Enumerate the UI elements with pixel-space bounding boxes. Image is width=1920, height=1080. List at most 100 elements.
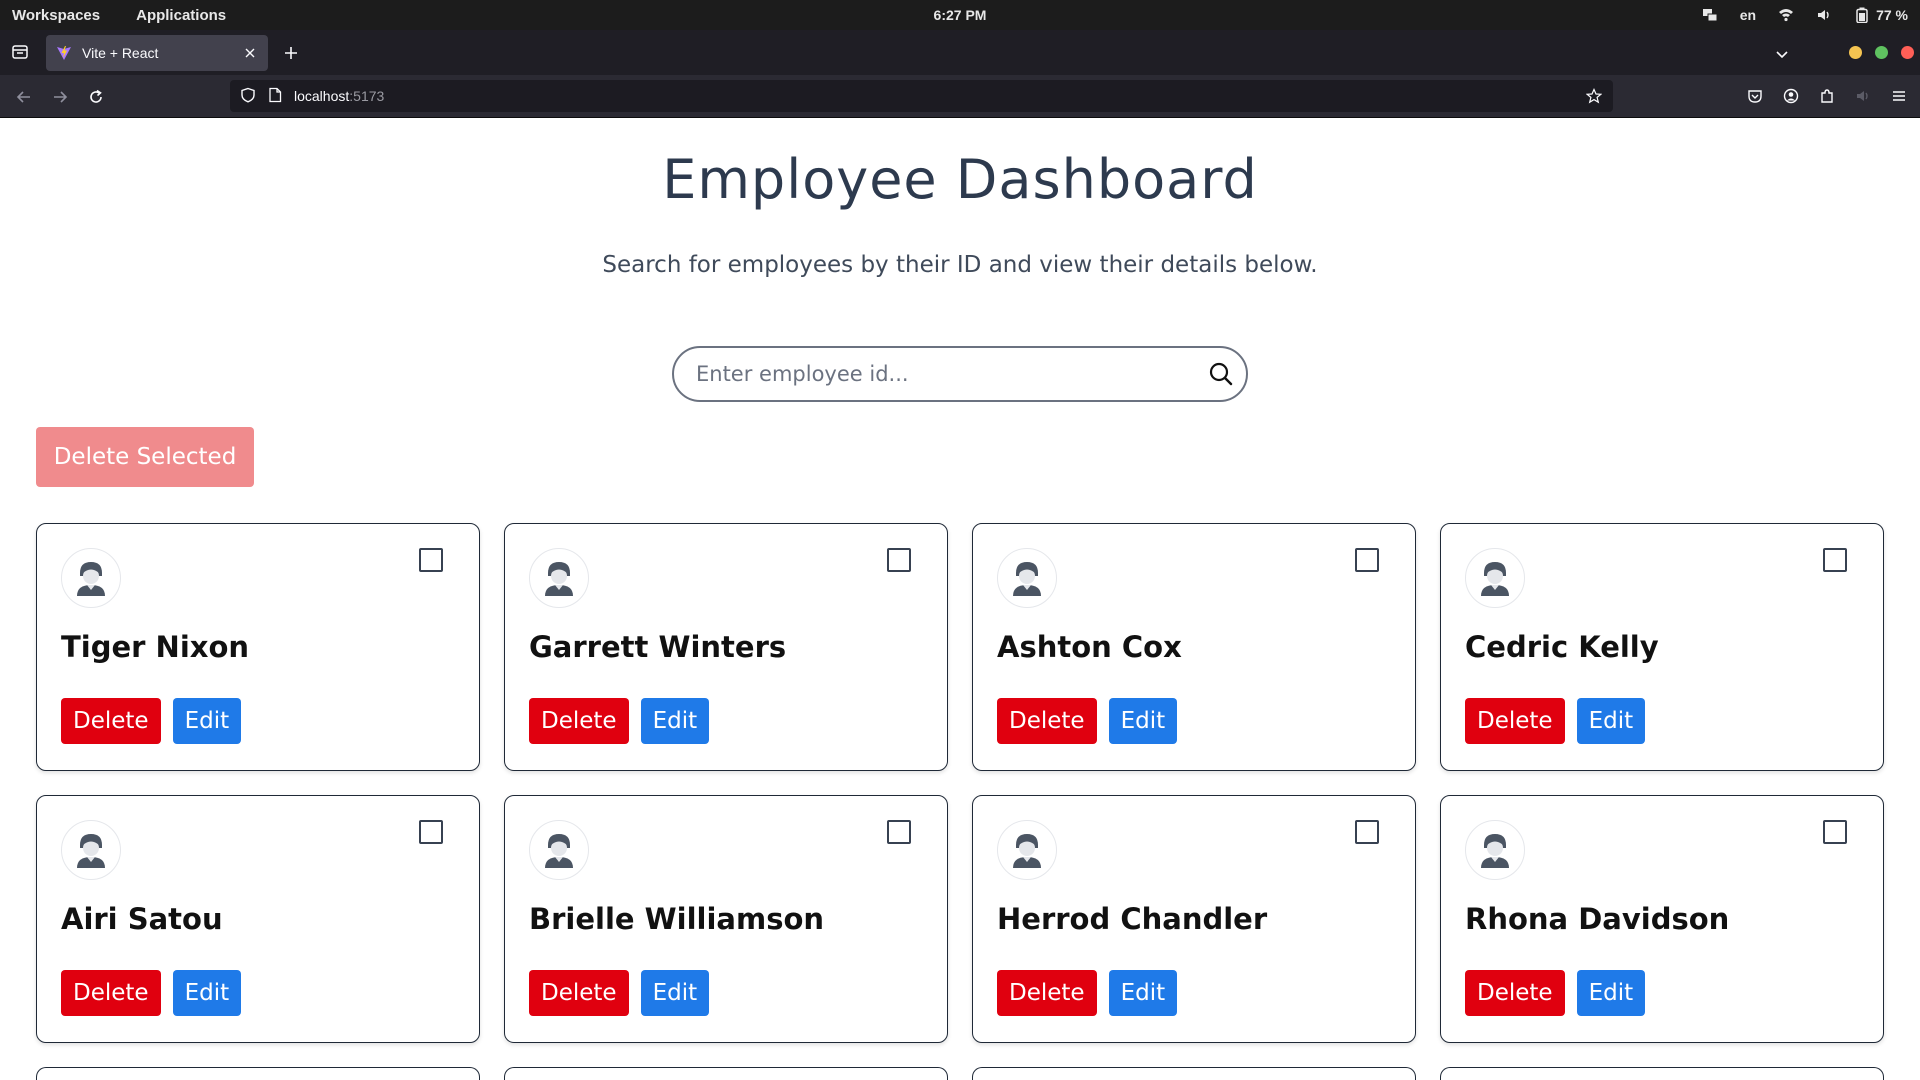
user-avatar-icon (77, 834, 105, 868)
search-icon[interactable] (1206, 359, 1236, 389)
wifi-icon[interactable] (1778, 7, 1794, 23)
page-info-icon[interactable] (268, 87, 282, 106)
user-avatar-icon (1481, 834, 1509, 868)
page-content: Employee Dashboard Search for employees … (0, 118, 1920, 1080)
employee-name: Ashton Cox (997, 630, 1182, 664)
employee-card: Garrett Winters Delete Edit (504, 523, 948, 771)
clock[interactable]: 6:27 PM (0, 0, 1920, 30)
delete-button[interactable]: Delete (61, 970, 161, 1016)
account-icon[interactable] (1780, 85, 1802, 107)
window-controls (1849, 46, 1914, 59)
list-all-tabs-icon[interactable] (1770, 42, 1794, 66)
battery-status[interactable]: 77 % (1854, 7, 1908, 23)
edit-button[interactable]: Edit (172, 970, 242, 1016)
minimize-button[interactable] (1849, 46, 1862, 59)
avatar (61, 548, 121, 608)
employee-name: Herrod Chandler (997, 902, 1268, 936)
select-checkbox[interactable] (887, 820, 911, 844)
battery-percent: 77 % (1876, 7, 1908, 23)
employee-card: Herrod Chandler Delete Edit (972, 795, 1416, 1043)
employee-card: Tiger Nixon Delete Edit (36, 523, 480, 771)
pocket-icon[interactable] (1744, 85, 1766, 107)
maximize-button[interactable] (1875, 46, 1888, 59)
delete-button[interactable]: Delete (1465, 698, 1565, 744)
avatar (529, 820, 589, 880)
reload-icon[interactable] (84, 85, 108, 109)
card-actions: Delete Edit (997, 970, 1178, 1016)
employee-card: Rhona Davidson Delete Edit (1440, 795, 1884, 1043)
delete-selected-button[interactable]: Delete Selected (36, 427, 254, 487)
employee-card-partial (504, 1067, 948, 1080)
employee-grid: Tiger Nixon Delete Edit Garrett Winters … (36, 523, 1884, 1080)
toolbar-right (1744, 85, 1910, 107)
edit-button[interactable]: Edit (1108, 698, 1178, 744)
employee-name: Brielle Williamson (529, 902, 825, 936)
delete-button[interactable]: Delete (529, 970, 629, 1016)
vite-logo-icon (56, 45, 72, 61)
user-avatar-icon (77, 562, 105, 596)
bookmark-star-icon[interactable] (1585, 87, 1603, 105)
language-indicator[interactable]: en (1740, 7, 1756, 23)
employee-card: Cedric Kelly Delete Edit (1440, 523, 1884, 771)
delete-button[interactable]: Delete (1465, 970, 1565, 1016)
avatar (997, 548, 1057, 608)
close-tab-icon[interactable] (242, 45, 258, 61)
volume-icon[interactable] (1816, 7, 1832, 23)
browser-tab-active[interactable]: Vite + React (46, 35, 268, 71)
card-actions: Delete Edit (61, 698, 242, 744)
extensions-icon[interactable] (1816, 85, 1838, 107)
os-top-bar: Workspaces Applications 6:27 PM en 77 % (0, 0, 1920, 30)
user-avatar-icon (1013, 834, 1041, 868)
select-checkbox[interactable] (419, 820, 443, 844)
back-arrow-icon[interactable] (12, 85, 36, 109)
firefox-view-icon[interactable] (8, 40, 32, 64)
card-actions: Delete Edit (529, 970, 710, 1016)
select-checkbox[interactable] (1823, 548, 1847, 572)
employee-name: Cedric Kelly (1465, 630, 1659, 664)
card-actions: Delete Edit (997, 698, 1178, 744)
new-tab-icon[interactable] (280, 42, 302, 64)
employee-card-partial (36, 1067, 480, 1080)
employee-card: Ashton Cox Delete Edit (972, 523, 1416, 771)
edit-button[interactable]: Edit (1108, 970, 1178, 1016)
delete-button[interactable]: Delete (997, 698, 1097, 744)
select-checkbox[interactable] (419, 548, 443, 572)
select-checkbox[interactable] (887, 548, 911, 572)
shield-icon[interactable] (240, 87, 256, 106)
select-checkbox[interactable] (1823, 820, 1847, 844)
employee-name: Tiger Nixon (61, 630, 250, 664)
avatar (61, 820, 121, 880)
select-checkbox[interactable] (1355, 548, 1379, 572)
edit-button[interactable]: Edit (172, 698, 242, 744)
page-title: Employee Dashboard (662, 148, 1258, 211)
card-actions: Delete Edit (529, 698, 710, 744)
browser-tab-strip: Vite + React (0, 30, 1920, 75)
select-checkbox[interactable] (1355, 820, 1379, 844)
search-bar (672, 346, 1248, 402)
edit-button[interactable]: Edit (640, 698, 710, 744)
network-icon[interactable] (1702, 7, 1718, 23)
edit-button[interactable]: Edit (1576, 698, 1646, 744)
url-text[interactable]: localhost:5173 (294, 88, 384, 104)
close-window-button[interactable] (1901, 46, 1914, 59)
employee-name: Airi Satou (61, 902, 223, 936)
edit-button[interactable]: Edit (1576, 970, 1646, 1016)
address-bar[interactable]: localhost:5173 (230, 80, 1613, 112)
avatar (529, 548, 589, 608)
user-avatar-icon (1481, 562, 1509, 596)
employee-card: Brielle Williamson Delete Edit (504, 795, 948, 1043)
forward-arrow-icon[interactable] (48, 85, 72, 109)
employee-id-search-input[interactable] (696, 348, 1176, 400)
edit-button[interactable]: Edit (640, 970, 710, 1016)
hamburger-menu-icon[interactable] (1888, 85, 1910, 107)
delete-button[interactable]: Delete (997, 970, 1097, 1016)
audio-icon[interactable] (1852, 85, 1874, 107)
browser-navigation-bar: localhost:5173 (0, 75, 1920, 118)
employee-name: Rhona Davidson (1465, 902, 1730, 936)
delete-button[interactable]: Delete (61, 698, 161, 744)
delete-button[interactable]: Delete (529, 698, 629, 744)
url-host: localhost (294, 88, 350, 104)
avatar (1465, 820, 1525, 880)
employee-name: Garrett Winters (529, 630, 787, 664)
battery-icon (1854, 7, 1870, 23)
